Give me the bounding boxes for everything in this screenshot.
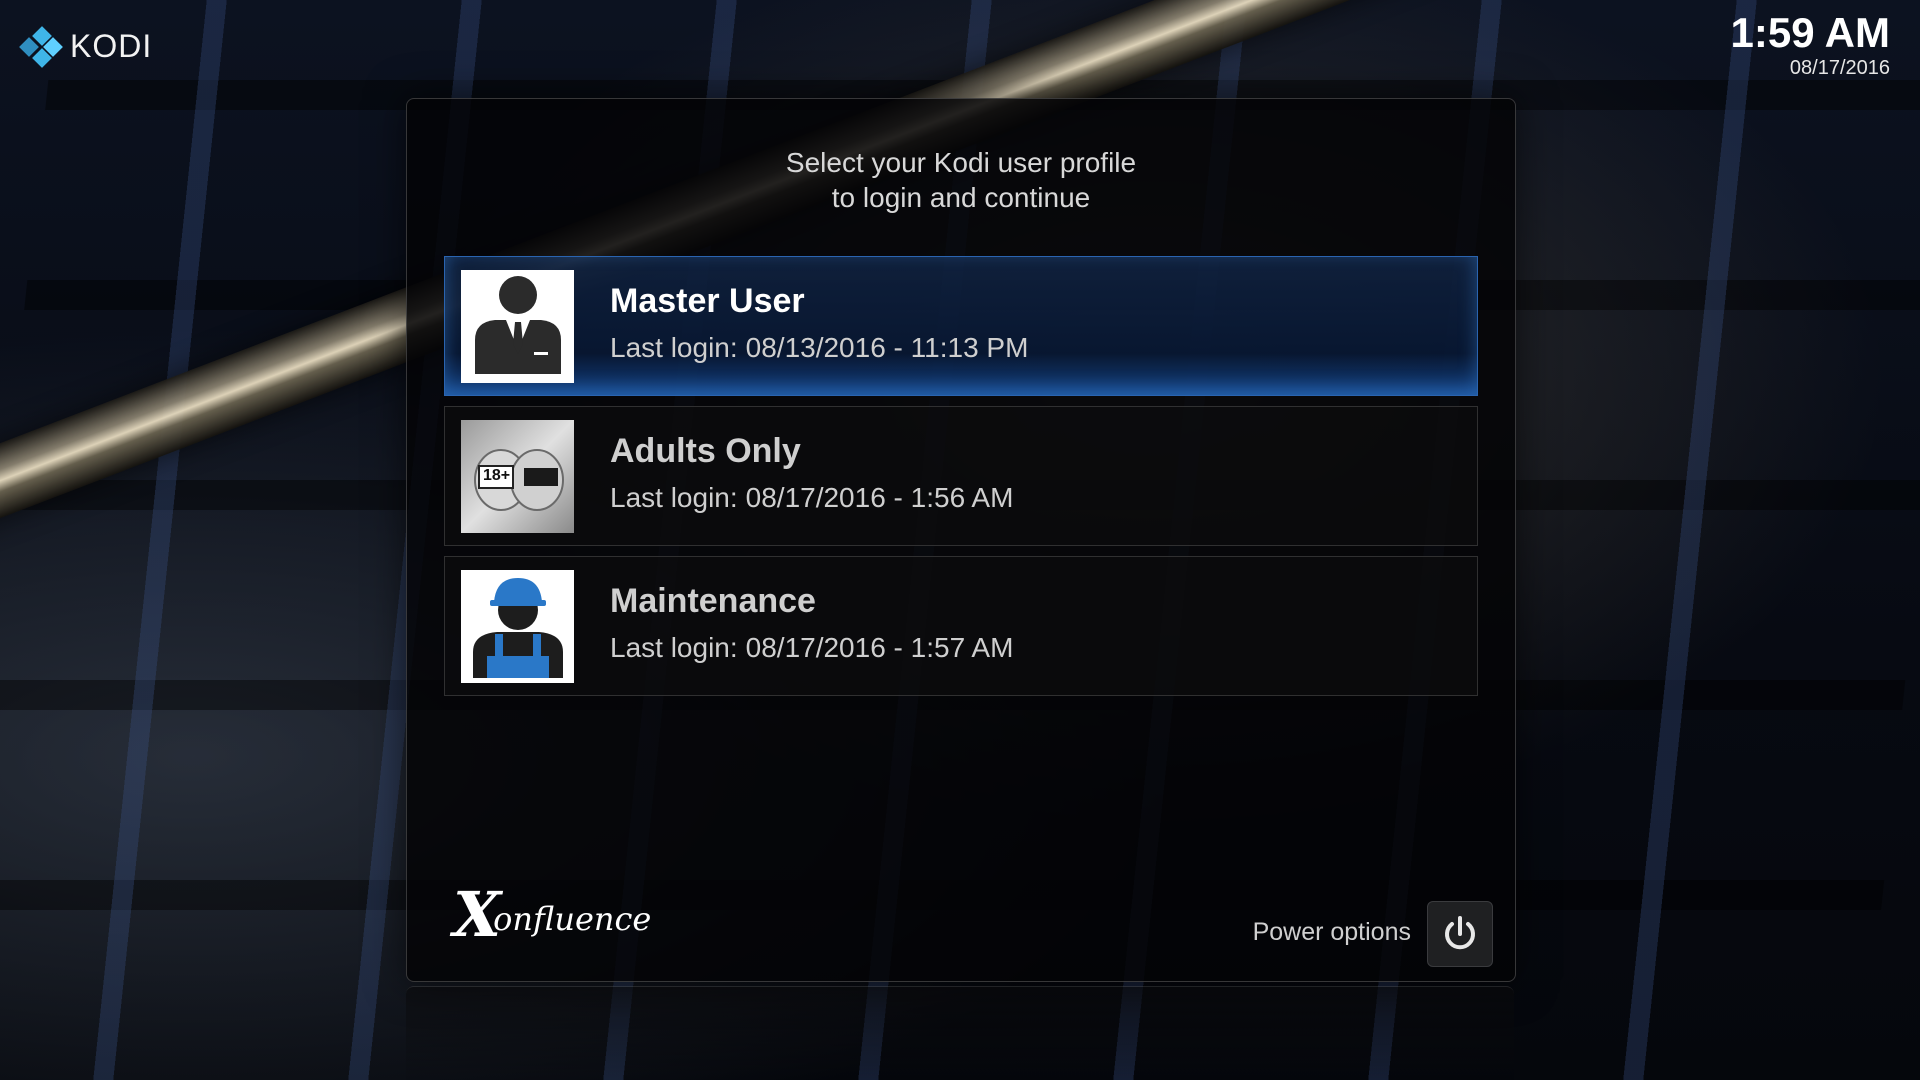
profile-item-maintenance[interactable]: Maintenance Last login: 08/17/2016 - 1:57… <box>444 556 1478 696</box>
power-options-button[interactable] <box>1427 901 1493 967</box>
profile-last-login: Last login: 08/13/2016 - 11:13 PM <box>610 331 1028 365</box>
clock: 1:59 AM 08/17/2016 <box>1731 8 1891 78</box>
background: KODI 1:59 AM 08/17/2016 Select your Kodi… <box>0 0 1920 1080</box>
skin-logo-text: onfluence <box>493 900 652 938</box>
power-icon <box>1445 916 1475 950</box>
profile-last-login: Last login: 08/17/2016 - 1:56 AM <box>610 481 1013 515</box>
profile-item-adults-only[interactable]: 18+ Adults Only Last login: 08/17/2016 - … <box>444 406 1478 546</box>
dialog-heading: Select your Kodi user profile to login a… <box>407 145 1515 215</box>
avatar-badge: 18+ <box>483 467 511 484</box>
dialog-reflection <box>406 986 1514 1080</box>
profile-name: Adults Only <box>610 432 801 470</box>
profile-item-master-user[interactable]: Master User Last login: 08/13/2016 - 11:1… <box>444 256 1478 396</box>
last-login-value: 08/17/2016 - 1:56 AM <box>745 482 1014 513</box>
last-login-label: Last login: <box>610 332 738 363</box>
kodi-logo-icon <box>19 25 63 68</box>
hardhat-worker-icon <box>461 570 574 683</box>
profile-name: Maintenance <box>610 582 816 620</box>
last-login-label: Last login: <box>610 482 738 513</box>
kodi-logo: KODI <box>19 25 153 68</box>
profile-login-dialog: Select your Kodi user profile to login a… <box>406 98 1516 982</box>
adults-only-thumbnail: 18+ <box>461 420 574 533</box>
clock-date: 08/17/2016 <box>1789 57 1890 79</box>
profile-last-login: Last login: 08/17/2016 - 1:57 AM <box>610 631 1013 665</box>
dialog-heading-line2: to login and continue <box>831 182 1091 213</box>
power-options-label[interactable]: Power options <box>1253 917 1411 947</box>
kodi-logo-text: KODI <box>70 28 153 64</box>
last-login-value: 08/17/2016 - 1:57 AM <box>745 632 1014 663</box>
profile-name: Master User <box>610 282 805 320</box>
skin-logo: X onfluence <box>453 884 652 946</box>
dialog-heading-line1: Select your Kodi user profile <box>785 147 1137 178</box>
business-user-icon <box>461 270 574 383</box>
last-login-value: 08/13/2016 - 11:13 PM <box>745 332 1029 363</box>
clock-time: 1:59 AM <box>1730 9 1891 56</box>
last-login-label: Last login: <box>610 632 738 663</box>
